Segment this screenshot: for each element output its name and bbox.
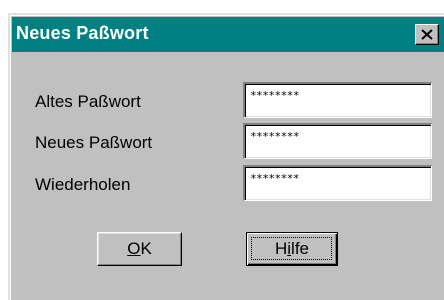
ok-button-mnemonic: O <box>127 239 141 258</box>
help-button[interactable]: Hilfe <box>246 232 338 266</box>
old-password-label: Altes Paßwort <box>35 92 141 111</box>
dialog-title: Neues Paßwort <box>16 23 149 43</box>
ok-button-label: K <box>140 239 152 258</box>
new-password-label: Neues Paßwort <box>35 133 153 152</box>
repeat-password-field[interactable]: ******** <box>243 165 432 201</box>
help-button-label-start: H <box>274 239 288 258</box>
repeat-password-label: Wiederholen <box>35 175 131 194</box>
close-icon <box>421 29 433 40</box>
help-button-label-end: lfe <box>291 239 310 258</box>
title-bar[interactable]: Neues Paßwort <box>12 17 444 52</box>
new-password-field[interactable]: ******** <box>243 123 432 159</box>
password-dialog: Neues Paßwort Altes Paßwort ******** Neu… <box>8 13 444 300</box>
close-button[interactable] <box>415 24 439 45</box>
old-password-field[interactable]: ******** <box>243 82 432 118</box>
ok-button[interactable]: OK <box>97 232 182 266</box>
